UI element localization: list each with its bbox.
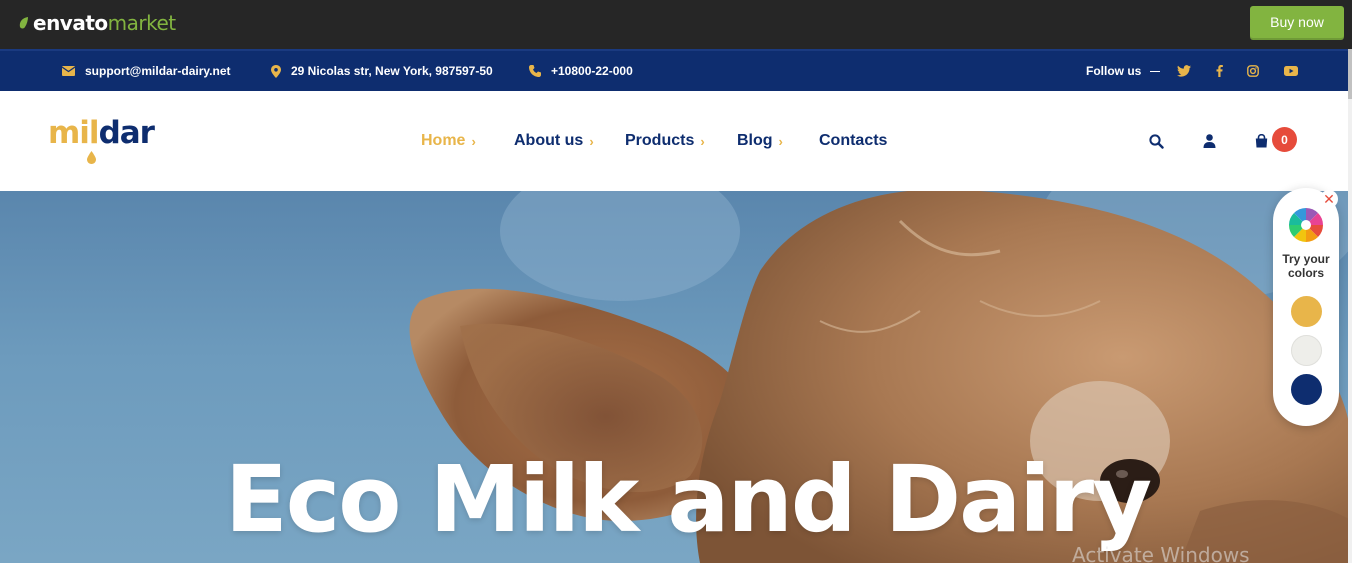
contact-topbar: support@mildar-dairy.net 29 Nicolas str,… — [0, 49, 1348, 91]
chevron-right-icon: › — [589, 133, 594, 149]
hero-title: Eco Milk and Dairy — [224, 446, 1152, 553]
follow-us: Follow us — [1086, 51, 1161, 91]
shopping-bag-icon[interactable] — [1252, 132, 1270, 150]
close-icon[interactable]: ✕ — [1320, 190, 1338, 208]
mildar-logo[interactable]: mildar — [48, 113, 155, 164]
milk-drop-icon — [87, 151, 96, 164]
address-contact: 29 Nicolas str, New York, 987597-50 — [271, 51, 493, 91]
nav-home-label: Home — [421, 132, 466, 149]
envato-wordmark: envato — [33, 11, 108, 35]
hero-banner: Eco Milk and Dairy Activate Windows — [0, 191, 1352, 563]
address-text: 29 Nicolas str, New York, 987597-50 — [291, 64, 493, 78]
scrollbar-thumb[interactable] — [1348, 49, 1352, 99]
envelope-icon — [62, 66, 75, 76]
chevron-right-icon: › — [471, 133, 476, 149]
buy-now-button[interactable]: Buy now — [1250, 6, 1344, 38]
phone-text: +10800-22-000 — [551, 64, 633, 78]
try-colors-label: Try your colors — [1282, 252, 1330, 280]
instagram-icon[interactable] — [1245, 63, 1261, 79]
market-wordmark: market — [107, 11, 176, 35]
nav-products[interactable]: Products › — [625, 91, 705, 191]
nav-blog-label: Blog — [737, 132, 773, 149]
follow-us-label: Follow us — [1086, 64, 1142, 78]
chevron-right-icon: › — [778, 133, 783, 149]
leaf-icon — [19, 17, 28, 29]
chevron-right-icon: › — [700, 133, 705, 149]
nav-products-label: Products — [625, 132, 695, 149]
swatch-gold[interactable] — [1291, 296, 1322, 327]
logo-part-dar: dar — [98, 115, 155, 151]
page-scrollbar[interactable] — [1348, 49, 1352, 563]
user-icon[interactable] — [1200, 132, 1218, 150]
envato-logo[interactable]: envato market — [18, 11, 176, 35]
site-header: mildar Home › About us › Products › Blog › C… — [0, 91, 1352, 191]
twitter-icon[interactable] — [1176, 63, 1192, 79]
nav-home[interactable]: Home › — [421, 91, 476, 191]
envato-bar: envato market Buy now — [0, 0, 1352, 49]
email-text: support@mildar-dairy.net — [85, 64, 231, 78]
facebook-icon[interactable] — [1211, 63, 1227, 79]
search-icon[interactable] — [1147, 132, 1165, 150]
phone-contact[interactable]: +10800-22-000 — [529, 51, 633, 91]
map-pin-icon — [271, 64, 281, 78]
nav-contacts-label: Contacts — [819, 132, 888, 149]
activate-windows-watermark: Activate Windows — [1072, 543, 1250, 563]
email-contact[interactable]: support@mildar-dairy.net — [62, 51, 231, 91]
cart-count-badge[interactable]: 0 — [1272, 127, 1297, 152]
phone-icon — [529, 65, 541, 77]
swatch-white[interactable] — [1291, 335, 1322, 366]
nav-about-label: About us — [514, 132, 584, 149]
color-wheel-icon[interactable] — [1288, 207, 1324, 243]
follow-dash — [1150, 70, 1161, 72]
swatch-navy[interactable] — [1291, 374, 1322, 405]
logo-part-mil: mil — [48, 115, 100, 151]
nav-blog[interactable]: Blog › — [737, 91, 783, 191]
youtube-icon[interactable] — [1283, 63, 1299, 79]
nav-about[interactable]: About us › — [514, 91, 594, 191]
nav-contacts[interactable]: Contacts — [819, 91, 887, 191]
